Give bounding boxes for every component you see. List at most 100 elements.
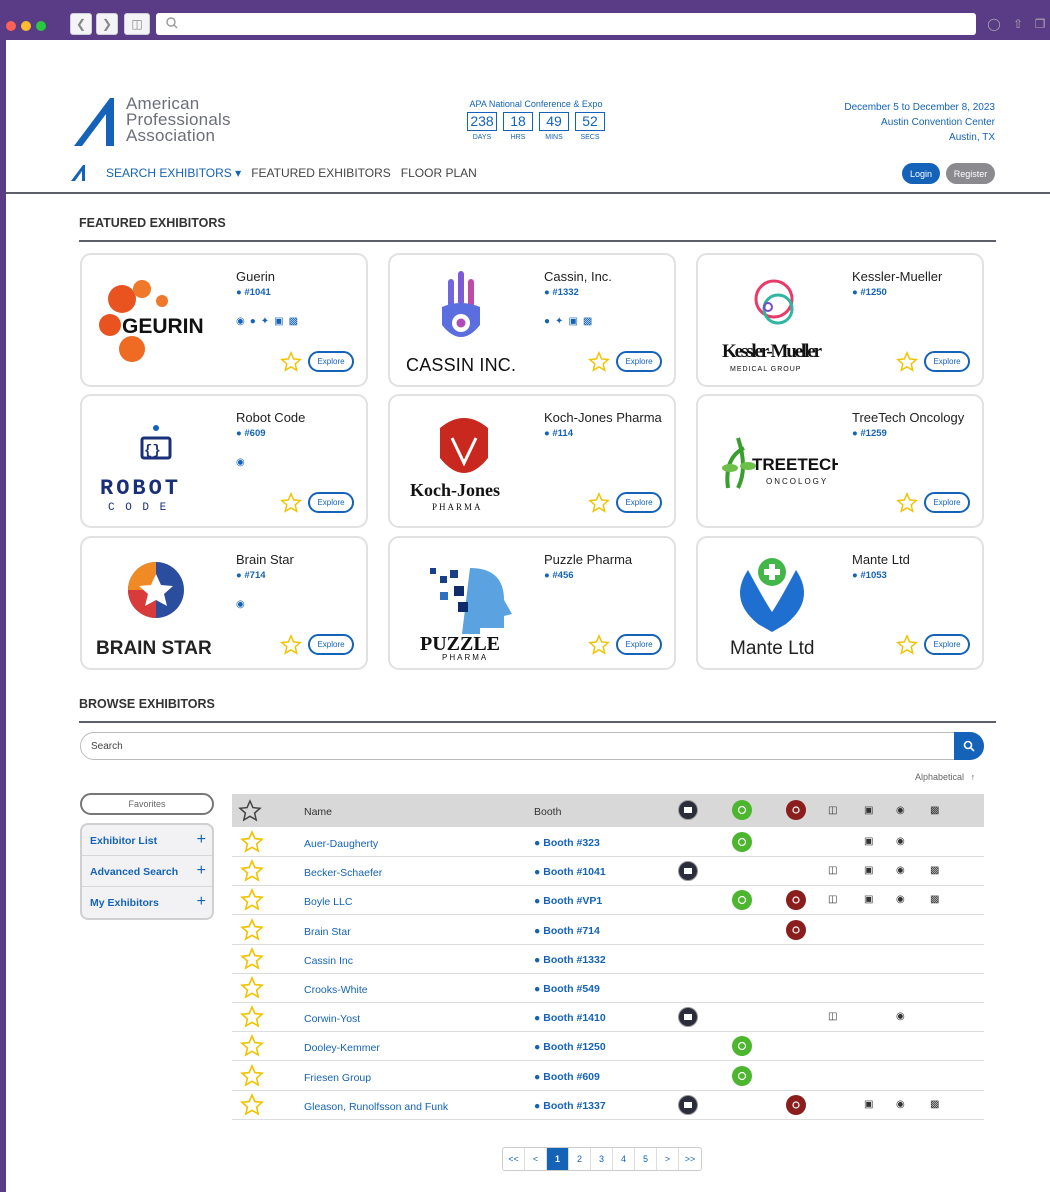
tabs-icon[interactable]: ❐	[1030, 13, 1050, 35]
page-link[interactable]: >	[657, 1148, 679, 1170]
exhibitor-name-link[interactable]: Brain Star	[304, 926, 351, 938]
explore-button[interactable]: Explore	[616, 634, 662, 655]
star-icon[interactable]	[240, 917, 264, 942]
exhibitor-name[interactable]: Brain Star	[236, 552, 294, 567]
exhibitor-card[interactable]: BRAIN STAR Brain Star ● #714 ◉ Explore	[80, 536, 368, 670]
instagram-icon[interactable]: ▣	[568, 316, 577, 327]
booth-cell[interactable]: ● Booth #609	[534, 1071, 600, 1083]
sidebar-item-exhibitor-list[interactable]: Exhibitor List +	[82, 825, 212, 856]
explore-button[interactable]: Explore	[616, 351, 662, 372]
nav-featured-exhibitors[interactable]: FEATURED EXHIBITORS	[251, 166, 391, 180]
booth-cell[interactable]: ● Booth #323	[534, 837, 600, 849]
explore-button[interactable]: Explore	[308, 634, 354, 655]
favorites-button[interactable]: Favorites	[80, 793, 214, 815]
close-dot[interactable]	[6, 21, 16, 31]
exhibitor-name-link[interactable]: Auer-Daugherty	[304, 838, 378, 850]
exhibitor-name[interactable]: TreeTech Oncology	[852, 410, 964, 425]
star-icon[interactable]	[240, 946, 264, 971]
exhibitor-name[interactable]: Kessler-Mueller	[852, 269, 942, 284]
exhibitor-card[interactable]: PUZZLE PHARMA Puzzle Pharma ● #456 Explor…	[388, 536, 676, 670]
exhibitor-name-link[interactable]: Friesen Group	[304, 1072, 371, 1084]
exhibitor-card[interactable]: Mante Ltd Mante Ltd ● #1053 Explore	[696, 536, 984, 670]
column-name[interactable]: Name	[304, 806, 332, 818]
instagram-icon[interactable]: ▣	[274, 316, 283, 327]
exhibitor-card[interactable]: CASSIN INC. Cassin, Inc. ● #1332 ● ✦ ▣ ▩ Ex…	[388, 253, 676, 387]
exhibitor-card[interactable]: Koch-Jones PHARMA Koch-Jones Pharma ● #11…	[388, 394, 676, 528]
explore-button[interactable]: Explore	[924, 351, 970, 372]
minimize-dot[interactable]	[21, 21, 31, 31]
linkedin-icon[interactable]: ▩	[583, 316, 592, 327]
explore-button[interactable]: Explore	[924, 492, 970, 513]
star-icon[interactable]	[588, 492, 610, 514]
booth-cell[interactable]: ● Booth #1332	[534, 954, 606, 966]
star-icon[interactable]	[240, 976, 264, 1000]
nav-search-exhibitors[interactable]: SEARCH EXHIBITORS ▾	[106, 166, 241, 180]
facebook-icon[interactable]: ●	[250, 316, 256, 327]
star-icon[interactable]	[896, 492, 918, 514]
star-icon[interactable]	[240, 859, 264, 883]
home-logo-icon[interactable]	[70, 164, 86, 182]
page-link[interactable]: 2	[569, 1148, 591, 1170]
search-input[interactable]: Search	[80, 732, 984, 760]
star-icon[interactable]	[240, 830, 264, 854]
page-link[interactable]: >>	[679, 1148, 701, 1170]
globe-icon[interactable]: ◉	[236, 457, 245, 468]
booth-cell[interactable]: ● Booth #VP1	[534, 895, 602, 907]
page-link[interactable]: 4	[613, 1148, 635, 1170]
star-icon[interactable]	[588, 634, 610, 656]
star-icon[interactable]	[896, 351, 918, 373]
booth-cell[interactable]: ● Booth #1041	[534, 866, 606, 878]
twitter-icon[interactable]: ✦	[555, 316, 563, 327]
search-button[interactable]	[954, 732, 984, 760]
page-link[interactable]: <	[525, 1148, 547, 1170]
sidebar-item-advanced-search[interactable]: Advanced Search +	[82, 856, 212, 887]
sidebar-item-my-exhibitors[interactable]: My Exhibitors +	[82, 887, 212, 918]
star-icon[interactable]	[588, 351, 610, 373]
sidebar-icon[interactable]: ◫	[124, 13, 150, 35]
booth-cell[interactable]: ● Booth #714	[534, 925, 600, 937]
exhibitor-card[interactable]: GEURIN Guerin ● #1041 ◉ ● ✦ ▣ ▩ Explore	[80, 253, 368, 387]
page-link[interactable]: 5	[635, 1148, 657, 1170]
explore-button[interactable]: Explore	[924, 634, 970, 655]
star-icon[interactable]	[280, 492, 302, 514]
linkedin-icon[interactable]: ▩	[289, 316, 298, 327]
star-icon[interactable]	[240, 1092, 264, 1117]
exhibitor-card[interactable]: {} ROBOT C O D E Robot Code ● #609 ◉ Explo…	[80, 394, 368, 528]
exhibitor-name[interactable]: Mante Ltd	[852, 552, 910, 567]
exhibitor-name-link[interactable]: Becker-Schaefer	[304, 867, 382, 879]
exhibitor-name-link[interactable]: Crooks-White	[304, 984, 368, 996]
globe-icon[interactable]: ◉	[236, 316, 245, 327]
page-link[interactable]: 3	[591, 1148, 613, 1170]
nav-floor-plan[interactable]: FLOOR PLAN	[401, 166, 477, 180]
star-icon[interactable]	[240, 888, 264, 912]
address-bar[interactable]	[156, 13, 976, 35]
exhibitor-name[interactable]: Guerin	[236, 269, 275, 284]
column-booth[interactable]: Booth	[534, 806, 561, 818]
exhibitor-name[interactable]: Cassin, Inc.	[544, 269, 612, 284]
login-button[interactable]: Login	[902, 163, 940, 184]
share-icon[interactable]: ⇧	[1008, 13, 1028, 35]
exhibitor-card[interactable]: TREETECH ONCOLOGY TreeTech Oncology ● #12…	[696, 394, 984, 528]
booth-cell[interactable]: ● Booth #1250	[534, 1041, 606, 1053]
globe-icon[interactable]: ◉	[236, 599, 245, 610]
page-link[interactable]: <<	[503, 1148, 525, 1170]
maximize-dot[interactable]	[36, 21, 46, 31]
booth-cell[interactable]: ● Booth #549	[534, 983, 600, 995]
facebook-icon[interactable]: ●	[544, 316, 550, 327]
page-link[interactable]: 1	[547, 1148, 569, 1170]
exhibitor-name-link[interactable]: Corwin-Yost	[304, 1013, 360, 1025]
explore-button[interactable]: Explore	[308, 351, 354, 372]
exhibitor-name-link[interactable]: Cassin Inc	[304, 955, 353, 967]
exhibitor-name[interactable]: Robot Code	[236, 410, 305, 425]
exhibitor-name[interactable]: Koch-Jones Pharma	[544, 410, 662, 425]
exhibitor-name-link[interactable]: Gleason, Runolfsson and Funk	[304, 1101, 448, 1113]
explore-button[interactable]: Explore	[308, 492, 354, 513]
register-button[interactable]: Register	[946, 163, 995, 184]
booth-cell[interactable]: ● Booth #1337	[534, 1100, 606, 1112]
exhibitor-name-link[interactable]: Dooley-Kemmer	[304, 1042, 380, 1054]
star-icon[interactable]	[240, 1005, 264, 1029]
exhibitor-name-link[interactable]: Boyle LLC	[304, 896, 352, 908]
forward-icon[interactable]: ❯	[96, 13, 118, 35]
star-outline-icon[interactable]	[238, 799, 262, 823]
star-icon[interactable]	[240, 1034, 264, 1058]
